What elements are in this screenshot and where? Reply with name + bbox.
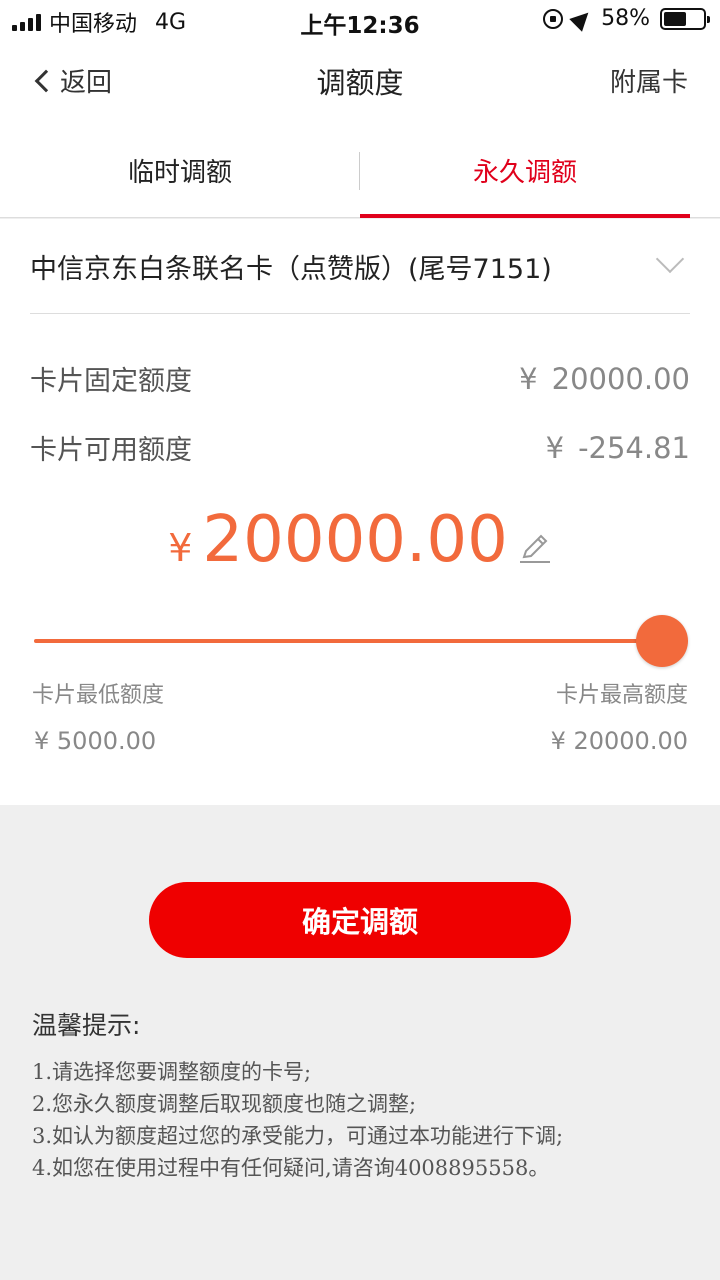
status-bar: 中国移动 4G 上午12:36 58% [0, 0, 720, 40]
tip-item: 4.如您在使用过程中有任何疑问,请咨询4008895558。 [32, 1156, 550, 1180]
carrier-label: 中国移动 [49, 12, 138, 37]
tip-item: 2.您永久额度调整后取现额度也随之调整; [32, 1092, 417, 1116]
tab-bar: 临时调额 永久调额 [0, 122, 720, 218]
card-name: 中信京东白条联名卡（点赞版）(尾号7151) [30, 253, 552, 285]
fixed-limit-label: 卡片固定额度 [30, 366, 192, 397]
slider-track[interactable] [34, 639, 688, 643]
available-limit-row: 卡片可用额度 ¥ -254.81 [30, 428, 690, 467]
tab-temporary-adjust[interactable]: 临时调额 [15, 122, 345, 218]
limit-slider[interactable] [34, 613, 688, 669]
available-limit-label: 卡片可用额度 [30, 435, 192, 466]
network-label: 4G [155, 9, 187, 35]
fixed-limit-row: 卡片固定额度 ¥20000.00 [30, 359, 690, 398]
supplementary-card-button[interactable]: 附属卡 [610, 62, 688, 99]
currency-symbol: ¥ [519, 361, 538, 396]
status-right: 58% [543, 5, 710, 32]
edit-pencil-icon[interactable] [518, 531, 552, 565]
available-limit-amount: -254.81 [578, 430, 690, 465]
available-limit-value: ¥ -254.81 [546, 431, 690, 465]
max-limit-label: 卡片最高额度 [555, 683, 688, 708]
max-limit-value: ¥ 20000.00 [550, 727, 688, 755]
back-label: 返回 [60, 68, 113, 98]
signal-icon [12, 13, 41, 31]
target-amount-value: 20000.00 [202, 503, 508, 577]
card-selector[interactable]: 中信京东白条联名卡（点赞版）(尾号7151) [30, 219, 690, 314]
battery-icon [660, 7, 710, 30]
chevron-down-icon [655, 244, 685, 274]
status-left: 中国移动 4G [12, 6, 186, 38]
battery-percent: 58% [601, 6, 650, 31]
adjust-panel: 中信京东白条联名卡（点赞版）(尾号7151) 卡片固定额度 ¥20000.00 … [0, 219, 720, 805]
target-amount: ¥ 20000.00 [0, 503, 720, 577]
rotation-lock-icon [543, 8, 564, 29]
tip-item: 3.如认为额度超过您的承受能力，可通过本功能进行下调; [32, 1124, 564, 1148]
confirm-adjust-button[interactable]: 确定调额 [149, 882, 571, 958]
tips-title: 温馨提示: [32, 1011, 141, 1040]
location-icon [569, 5, 595, 32]
chevron-left-icon [34, 69, 58, 92]
battery-fill [664, 11, 687, 26]
tips-list: 1.请选择您要调整额度的卡号; 2.您永久额度调整后取现额度也随之调整; 3.如… [32, 1056, 692, 1184]
nav-bar: 返回 调额度 附属卡 [0, 40, 720, 122]
tip-item: 1.请选择您要调整额度的卡号; [32, 1060, 312, 1084]
min-limit-label: 卡片最低额度 [32, 683, 165, 708]
back-button[interactable]: 返回 [32, 62, 112, 99]
tab-permanent-adjust[interactable]: 永久调额 [360, 122, 690, 218]
fixed-limit-value: ¥20000.00 [519, 362, 690, 396]
slider-thumb[interactable] [636, 615, 688, 667]
currency-symbol: ¥ [545, 430, 565, 465]
fixed-limit-amount: 20000.00 [551, 361, 690, 396]
target-currency-symbol: ¥ [168, 526, 193, 570]
min-limit-value: ¥ 5000.00 [34, 727, 157, 755]
